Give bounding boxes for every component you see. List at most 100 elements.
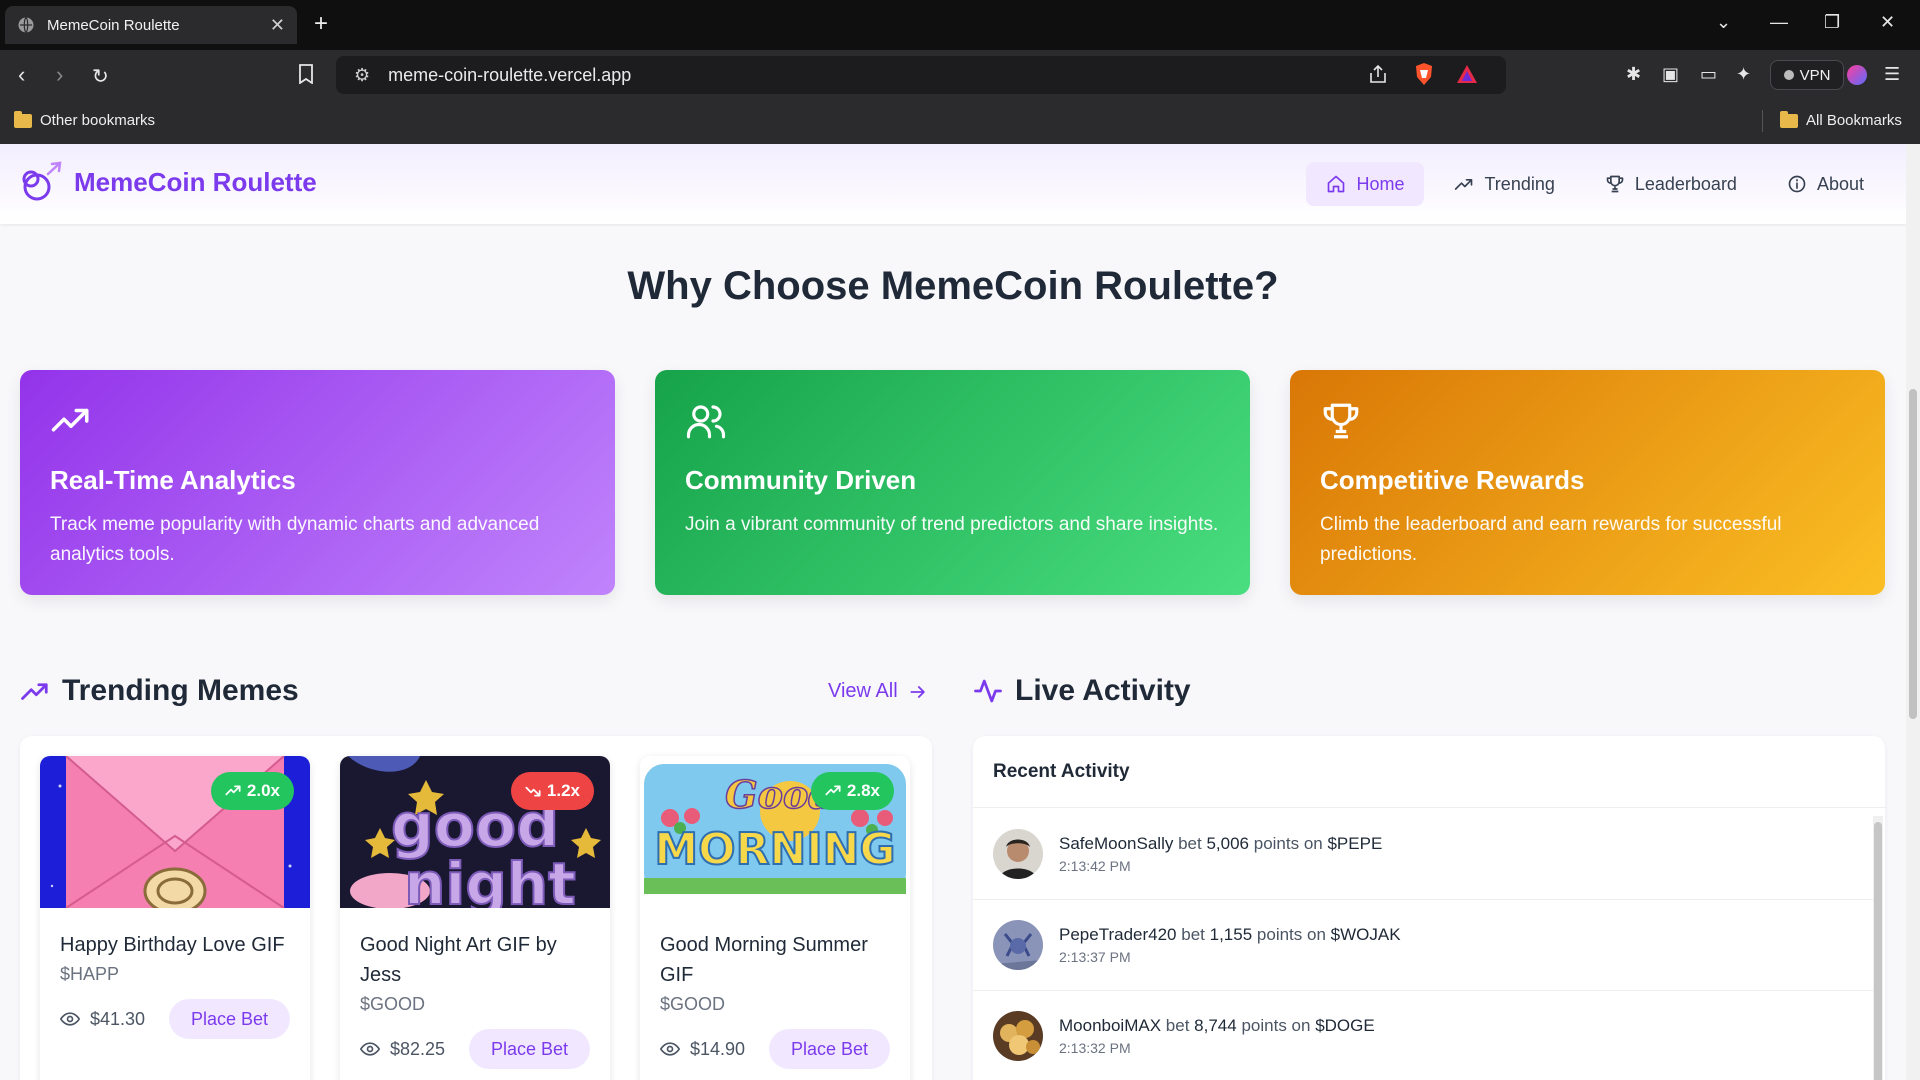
close-tab-icon[interactable]: ✕ bbox=[270, 15, 285, 36]
feature-title: Competitive Rewards bbox=[1320, 465, 1585, 495]
svg-text:MORNING: MORNING bbox=[654, 824, 895, 875]
feature-card-community: Community Driven Join a vibrant communit… bbox=[655, 370, 1250, 595]
bookmarks-bar: Other bookmarks All Bookmarks bbox=[0, 100, 1920, 144]
page-scrollbar[interactable] bbox=[1906, 144, 1920, 1080]
trending-panel: 2.0x Happy Birthday Love GIF $HAPP $41.3… bbox=[20, 736, 932, 1080]
activity-list: SafeMoonSally bet 5,006 points on $PEPE … bbox=[973, 809, 1873, 1080]
activity-user[interactable]: PepeTrader420 bbox=[1059, 925, 1177, 944]
activity-scrollbar[interactable] bbox=[1873, 816, 1883, 1080]
avatar bbox=[993, 829, 1043, 879]
meme-symbol: $HAPP bbox=[60, 964, 120, 984]
bookmark-all[interactable]: All Bookmarks bbox=[1780, 110, 1902, 129]
feature-title: Community Driven bbox=[685, 465, 917, 495]
activity-user[interactable]: SafeMoonSally bbox=[1059, 834, 1173, 853]
forward-icon[interactable]: › bbox=[56, 62, 63, 88]
minimize-button[interactable]: — bbox=[1770, 12, 1788, 33]
trending-up-icon bbox=[825, 785, 841, 796]
multiplier-badge: 1.2x bbox=[510, 772, 594, 810]
nav-about[interactable]: About bbox=[1767, 162, 1884, 206]
arrow-right-icon bbox=[910, 685, 925, 698]
place-bet-button[interactable]: Place Bet bbox=[468, 1029, 590, 1069]
browser-tab[interactable]: MemeCoin Roulette ✕ bbox=[5, 6, 297, 44]
trending-up-icon bbox=[51, 408, 89, 432]
page-scroll-thumb[interactable] bbox=[1909, 389, 1917, 719]
reload-icon[interactable]: ↻ bbox=[92, 64, 109, 89]
activity-heading: Live Activity bbox=[973, 674, 1191, 708]
meme-image-goodnight: good night 1.2x bbox=[340, 756, 610, 908]
coin-rocket-icon bbox=[22, 161, 62, 201]
avatar bbox=[993, 1011, 1043, 1061]
activity-user[interactable]: MoonboiMAX bbox=[1059, 1016, 1161, 1035]
activity-item: SafeMoonSally bet 5,006 points on $PEPE … bbox=[973, 809, 1873, 900]
menu-icon[interactable]: ☰ bbox=[1884, 64, 1900, 85]
activity-item: MoonboiMAX bet 8,744 points on $DOGE 2:1… bbox=[973, 991, 1873, 1080]
extensions-icon[interactable]: ✱ bbox=[1626, 64, 1641, 85]
meme-title: Happy Birthday Love GIF bbox=[60, 934, 285, 956]
trophy-icon bbox=[1323, 403, 1359, 439]
meme-image-birthday: 2.0x bbox=[40, 756, 310, 908]
site-header: MemeCoin Roulette Home Trending Leaderbo… bbox=[0, 144, 1906, 224]
info-icon bbox=[1788, 175, 1806, 193]
meme-card[interactable]: Good MORNING 2.8x Good Morning Summer GI… bbox=[640, 756, 910, 1080]
meme-symbol: $GOOD bbox=[660, 994, 726, 1014]
new-tab-button[interactable]: + bbox=[314, 10, 328, 38]
bookmark-icon[interactable] bbox=[298, 64, 314, 84]
multiplier-badge: 2.0x bbox=[210, 772, 294, 810]
share-icon[interactable] bbox=[1368, 64, 1388, 84]
trending-heading: Trending Memes bbox=[20, 674, 299, 708]
page-viewport: MemeCoin Roulette Home Trending Leaderbo… bbox=[0, 144, 1906, 1080]
why-title: Why Choose MemeCoin Roulette? bbox=[627, 264, 1279, 308]
sidebar-icon[interactable]: ▣ bbox=[1662, 64, 1679, 85]
feature-desc: Track meme popularity with dynamic chart… bbox=[50, 514, 540, 565]
nav-leaderboard[interactable]: Leaderboard bbox=[1585, 162, 1757, 206]
nav-trending[interactable]: Trending bbox=[1434, 162, 1574, 206]
site-settings-icon[interactable]: ⚙ bbox=[354, 65, 370, 86]
bookmark-other[interactable]: Other bookmarks bbox=[14, 110, 155, 129]
profile-icon[interactable] bbox=[1846, 64, 1868, 86]
eye-icon bbox=[60, 1012, 80, 1026]
back-icon[interactable]: ‹ bbox=[18, 62, 25, 88]
activity-time: 2:13:32 PM bbox=[1059, 1040, 1131, 1056]
activity-scroll-thumb[interactable] bbox=[1874, 822, 1882, 1080]
feature-desc: Climb the leaderboard and earn rewards f… bbox=[1320, 514, 1782, 565]
restore-button[interactable]: ❐ bbox=[1824, 12, 1840, 33]
bookmark-separator bbox=[1762, 110, 1763, 132]
wallet-icon[interactable]: ▭ bbox=[1700, 64, 1717, 85]
place-bet-button[interactable]: Place Bet bbox=[768, 1029, 890, 1069]
meme-image-goodmorning: Good MORNING 2.8x bbox=[640, 756, 910, 908]
brave-shield-icon[interactable] bbox=[1414, 62, 1434, 86]
nav-home[interactable]: Home bbox=[1306, 162, 1425, 206]
folder-icon bbox=[14, 110, 32, 128]
meme-card[interactable]: good night 1.2x Good Night Art GIF by Je… bbox=[340, 756, 610, 1080]
meme-title: Good Morning Summer GIF bbox=[660, 934, 868, 986]
close-window-button[interactable]: ✕ bbox=[1880, 12, 1895, 33]
url-text: meme-coin-roulette.vercel.app bbox=[388, 64, 632, 85]
folder-icon bbox=[1780, 110, 1798, 128]
place-bet-button[interactable]: Place Bet bbox=[168, 999, 290, 1039]
leo-ai-icon[interactable]: ✦ bbox=[1736, 64, 1751, 85]
tab-search-icon[interactable]: ⌄ bbox=[1716, 12, 1731, 33]
meme-price: $82.25 bbox=[360, 1039, 445, 1060]
browser-tab-bar: MemeCoin Roulette ✕ + ⌄ — ❐ ✕ bbox=[0, 0, 1920, 50]
trending-icon bbox=[21, 683, 48, 700]
meme-price: $41.30 bbox=[60, 1009, 145, 1030]
activity-time: 2:13:37 PM bbox=[1059, 949, 1131, 965]
trending-down-icon bbox=[525, 786, 541, 797]
site-logo[interactable]: MemeCoin Roulette bbox=[20, 160, 317, 204]
eye-icon bbox=[660, 1042, 680, 1056]
feature-card-analytics: Real-Time Analytics Track meme popularit… bbox=[20, 370, 615, 595]
vpn-button[interactable]: VPN bbox=[1770, 60, 1844, 90]
avatar bbox=[993, 920, 1043, 970]
multiplier-badge: 2.8x bbox=[810, 772, 894, 810]
site-title: MemeCoin Roulette bbox=[74, 166, 317, 197]
address-bar[interactable]: ⚙ meme-coin-roulette.vercel.app bbox=[336, 56, 1506, 94]
home-icon bbox=[1328, 175, 1345, 193]
brave-rewards-icon[interactable] bbox=[1456, 64, 1478, 84]
meme-symbol: $GOOD bbox=[360, 994, 426, 1014]
users-icon bbox=[686, 405, 726, 439]
trending-icon bbox=[1455, 179, 1473, 190]
view-all-link[interactable]: View All bbox=[828, 680, 928, 703]
vpn-status-icon bbox=[1783, 70, 1794, 80]
meme-card[interactable]: 2.0x Happy Birthday Love GIF $HAPP $41.3… bbox=[40, 756, 310, 1080]
tab-title: MemeCoin Roulette bbox=[47, 16, 180, 34]
